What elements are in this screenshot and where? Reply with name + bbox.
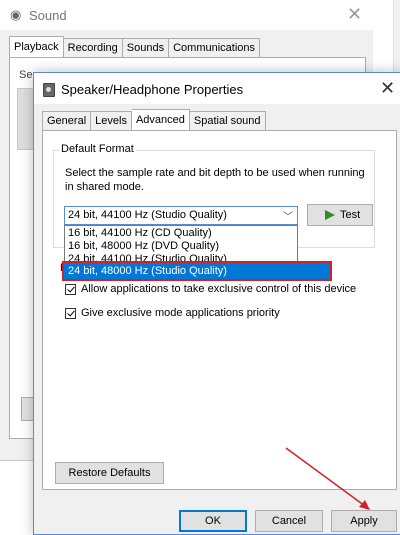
chevron-down-icon: ﹀ <box>283 212 293 223</box>
test-button-label: Test <box>340 209 361 221</box>
default-format-label: Default Format <box>59 143 136 155</box>
allow-exclusive-label: Allow applications to take exclusive con… <box>81 283 357 295</box>
speaker-icon <box>43 83 55 97</box>
tab-spatial-sound[interactable]: Spatial sound <box>189 111 266 131</box>
sound-titlebar: ◉ Sound ✕ <box>0 0 373 30</box>
exclusive-priority-checkbox[interactable] <box>65 308 76 319</box>
format-select-value: 24 bit, 44100 Hz (Studio Quality) <box>68 209 227 221</box>
format-select[interactable]: 24 bit, 44100 Hz (Studio Quality) ﹀ <box>64 206 298 225</box>
dialog-title: Speaker/Headphone Properties <box>61 82 244 97</box>
allow-exclusive-checkbox[interactable] <box>65 284 76 295</box>
sound-window-title: Sound <box>29 8 67 23</box>
sound-panel-text: Se <box>19 69 33 81</box>
close-icon[interactable]: ✕ <box>347 4 362 25</box>
annotation-arrow <box>285 447 370 510</box>
tab-recording[interactable]: Recording <box>63 38 123 58</box>
exclusive-priority-label: Give exclusive mode applications priorit… <box>81 307 280 319</box>
annotation-arrow-head <box>359 500 370 510</box>
speaker-icon: ◉ <box>10 7 22 22</box>
tab-communications[interactable]: Communications <box>169 38 261 58</box>
tab-playback[interactable]: Playback <box>9 36 64 58</box>
restore-defaults-button[interactable]: Restore Defaults <box>55 462 164 484</box>
sound-tabs: Playback Recording Sounds Communications <box>9 36 261 58</box>
tab-levels[interactable]: Levels <box>91 111 132 131</box>
ok-button[interactable]: OK <box>179 510 247 532</box>
dialog-tabs: General Levels Advanced Spatial sound <box>42 109 266 131</box>
annotation-arrow-line <box>285 447 366 507</box>
default-format-description: Select the sample rate and bit depth to … <box>65 167 365 193</box>
format-option[interactable]: 16 bit, 48000 Hz (DVD Quality) <box>68 240 219 253</box>
tab-advanced[interactable]: Advanced <box>131 109 190 131</box>
tab-general[interactable]: General <box>42 111 92 131</box>
play-icon <box>325 210 335 220</box>
annotation-highlight-box <box>62 261 332 281</box>
format-option[interactable]: 16 bit, 44100 Hz (CD Quality) <box>68 227 212 240</box>
test-button[interactable]: Test <box>307 204 373 226</box>
close-icon[interactable]: ✕ <box>380 78 395 99</box>
dialog-titlebar: Speaker/Headphone Properties ✕ <box>34 73 400 104</box>
tab-sounds[interactable]: Sounds <box>122 38 170 58</box>
